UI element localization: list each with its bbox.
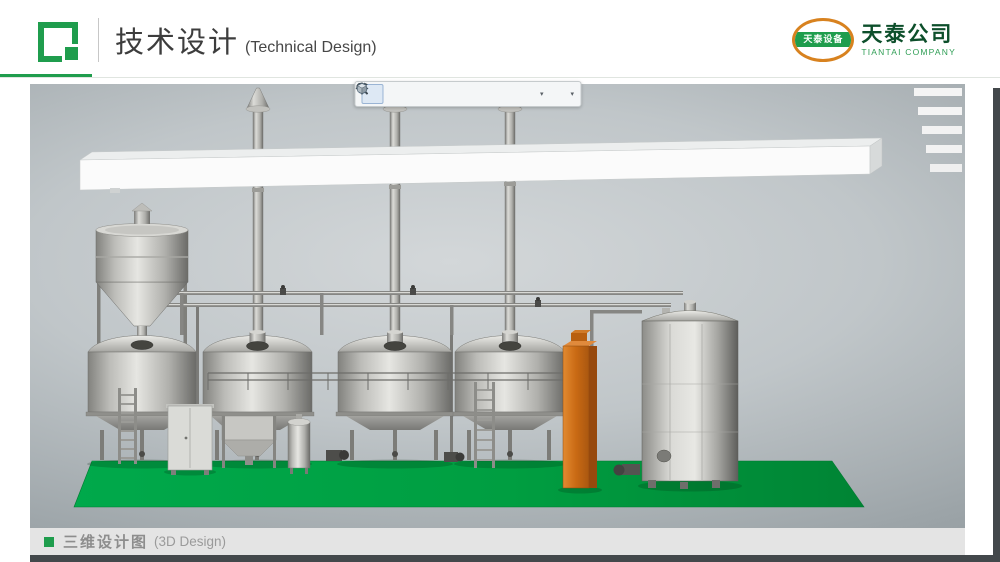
- page-title: 技术设计 (Technical Design): [115, 19, 377, 61]
- zoom-out-icon[interactable]: [439, 84, 461, 104]
- display-style-dropdown-caret[interactable]: ▾: [571, 90, 575, 98]
- brew-tank-4: [453, 330, 567, 460]
- title-english: (Technical Design): [245, 39, 377, 57]
- large-storage-tank: [642, 300, 738, 489]
- caption-bar: 三维设计图 (3D Design): [30, 528, 965, 555]
- window-edge-bottom: [30, 555, 1000, 562]
- tank-pump: [614, 464, 641, 476]
- company-badge-icon: 天泰设备: [792, 18, 854, 62]
- caption-bullet-icon: [44, 537, 54, 547]
- company-name: 天泰公司 TIANTAI COMPANY: [861, 24, 956, 57]
- white-bars: [914, 88, 962, 172]
- chimney-2: [383, 88, 407, 336]
- display-style-icon[interactable]: [548, 84, 570, 104]
- grain-hopper: [96, 203, 188, 340]
- company-name-english: TIANTAI COMPANY: [861, 48, 956, 57]
- appearance-dropdown-caret[interactable]: ▾: [540, 90, 544, 98]
- presentation-slide: 技术设计 (Technical Design) 天泰设备 天泰公司 TIANTA…: [0, 0, 1000, 562]
- rotate-view-icon[interactable]: [413, 84, 435, 104]
- slide-header: 技术设计 (Technical Design) 天泰设备 天泰公司 TIANTA…: [0, 0, 1000, 80]
- zoom-fit-icon[interactable]: [465, 84, 487, 104]
- title-chinese: 技术设计: [115, 19, 239, 61]
- chimney-1: [246, 88, 270, 336]
- header-rule: [0, 77, 1000, 78]
- pan-tool-icon[interactable]: [387, 84, 409, 104]
- exhaust-beam: [80, 138, 882, 193]
- header-divider: [98, 18, 99, 62]
- zoom-in-icon[interactable]: [491, 84, 513, 104]
- chimney-stacks: [246, 88, 522, 336]
- brew-tank-3: [336, 330, 454, 460]
- company-brand: 天泰设备 天泰公司 TIANTAI COMPANY: [792, 18, 956, 62]
- cad-3d-scene: [30, 84, 965, 528]
- green-square-logo-icon: [38, 16, 82, 64]
- caption-english: (3D Design): [154, 534, 226, 549]
- control-cabinet: [166, 404, 214, 475]
- appearance-icon[interactable]: [517, 84, 539, 104]
- small-vessel: [288, 414, 310, 474]
- chimney-3: [498, 88, 522, 336]
- caption-chinese: 三维设计图: [63, 531, 148, 552]
- cad-viewport[interactable]: ▾▾: [30, 84, 965, 528]
- window-edge-right: [993, 88, 1000, 562]
- badge-ribbon-text: 天泰设备: [792, 32, 854, 47]
- company-name-chinese: 天泰公司: [861, 24, 956, 46]
- cad-toolbar: ▾▾: [354, 81, 581, 107]
- logo-filled-square: [62, 44, 81, 63]
- orange-column: [563, 330, 597, 488]
